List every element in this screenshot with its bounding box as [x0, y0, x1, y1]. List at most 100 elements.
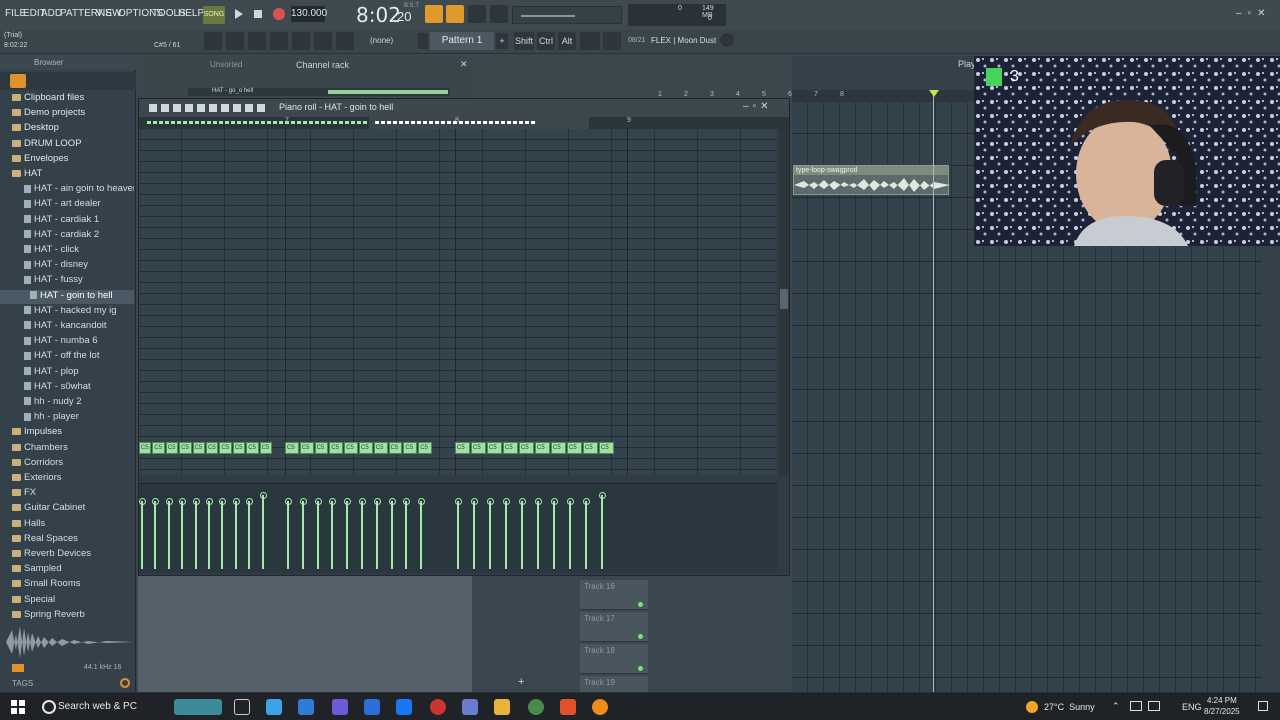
- velocity-bar[interactable]: [246, 498, 254, 569]
- song-mode-button[interactable]: SONG: [203, 6, 225, 24]
- taskbar-search[interactable]: Search web & PC: [58, 701, 137, 712]
- browser-folder[interactable]: Reverb Devices: [0, 548, 134, 562]
- midi-note[interactable]: C5: [246, 442, 259, 454]
- browser-folder[interactable]: Envelopes: [0, 153, 134, 167]
- midi-note[interactable]: C5: [192, 442, 205, 454]
- midi-note[interactable]: C5: [373, 442, 388, 454]
- tags-label[interactable]: TAGS: [12, 679, 33, 688]
- velocity-bar[interactable]: [503, 498, 510, 569]
- news-text[interactable]: FLEX | Moon Dust: [651, 36, 716, 45]
- stop-icon[interactable]: [250, 6, 266, 22]
- channel-rack-icon[interactable]: [248, 32, 266, 50]
- shift-key-button[interactable]: Shift: [514, 32, 534, 50]
- language-indicator[interactable]: ENG: [1182, 702, 1202, 712]
- velocity-bar[interactable]: [519, 498, 526, 569]
- midi-note[interactable]: C5: [471, 442, 486, 454]
- midi-note[interactable]: C5: [359, 442, 373, 454]
- tempo-display[interactable]: 130.000: [291, 6, 327, 22]
- network-icon[interactable]: [1130, 701, 1142, 711]
- playhead[interactable]: [933, 90, 934, 692]
- playlist-icon[interactable]: [204, 32, 222, 50]
- midi-note[interactable]: C5: [567, 442, 582, 454]
- browser-file[interactable]: HAT - plop: [0, 366, 134, 380]
- mixer-icon[interactable]: [270, 32, 288, 50]
- browser-folder[interactable]: Sampled: [0, 563, 134, 577]
- copilot-icon[interactable]: [266, 699, 282, 715]
- snap-selector[interactable]: (none): [370, 36, 393, 45]
- track-mute-icon[interactable]: [638, 666, 643, 671]
- piano-roll-window-controls[interactable]: –▫✕: [743, 101, 773, 112]
- volume-icon[interactable]: [1148, 701, 1160, 711]
- taskbar-date[interactable]: 8/27/2025: [1204, 707, 1240, 716]
- midi-note[interactable]: C5: [403, 442, 418, 454]
- midi-note[interactable]: C5: [599, 442, 614, 454]
- midi-note[interactable]: C5: [503, 442, 518, 454]
- browser-folder[interactable]: Real Spaces: [0, 533, 134, 547]
- velocity-bar[interactable]: [139, 498, 146, 569]
- piano-roll-ruler[interactable]: 7 8 9: [139, 117, 789, 129]
- midi-note[interactable]: C5: [285, 442, 299, 454]
- track-header[interactable]: Track 16: [580, 580, 648, 610]
- countdown-icon[interactable]: [446, 5, 464, 23]
- velocity-bar[interactable]: [418, 498, 426, 569]
- browser-folder[interactable]: Impulses: [0, 426, 134, 440]
- velocity-bar[interactable]: [455, 498, 462, 569]
- brave-icon[interactable]: [560, 699, 576, 715]
- velocity-bar[interactable]: [179, 498, 187, 569]
- midi-note[interactable]: C5: [219, 442, 232, 454]
- midi-note[interactable]: C5: [329, 442, 344, 454]
- midi-note[interactable]: C5: [583, 442, 598, 454]
- velocity-bar[interactable]: [359, 498, 366, 569]
- browser-folder[interactable]: Chambers: [0, 442, 134, 456]
- velocity-bar[interactable]: [373, 498, 381, 569]
- vertical-scrollbar[interactable]: [779, 129, 789, 475]
- velocity-bar[interactable]: [599, 492, 606, 569]
- velocity-bar[interactable]: [329, 498, 337, 569]
- news-icon[interactable]: [603, 32, 621, 50]
- track-mute-icon[interactable]: [638, 602, 643, 607]
- menu-help[interactable]: HELP: [178, 8, 204, 19]
- midi-note[interactable]: C5: [344, 442, 358, 454]
- midi-note[interactable]: C5: [165, 442, 179, 454]
- window-controls[interactable]: –▫✕: [1236, 8, 1276, 20]
- browser-file[interactable]: HAT - s0what: [0, 381, 134, 395]
- velocity-panel[interactable]: [139, 483, 777, 573]
- channel-strip[interactable]: HAT - go_o hell: [188, 88, 450, 96]
- browser-file[interactable]: HAT - click: [0, 244, 134, 258]
- step-edit-icon[interactable]: [490, 5, 508, 23]
- files-icon[interactable]: [462, 699, 478, 715]
- record-icon[interactable]: [271, 6, 287, 22]
- notifications-icon[interactable]: [1258, 701, 1268, 711]
- menu-add[interactable]: ADD: [41, 8, 62, 19]
- velocity-bar[interactable]: [403, 498, 411, 569]
- channel-filter[interactable]: Unsorted: [210, 60, 242, 69]
- fl-studio-icon[interactable]: [592, 699, 608, 715]
- velocity-bar[interactable]: [583, 498, 590, 569]
- browser-file[interactable]: HAT - art dealer: [0, 198, 134, 212]
- midi-note[interactable]: C5: [179, 442, 192, 454]
- browser-file[interactable]: HAT - off the lot: [0, 350, 134, 364]
- search-icon[interactable]: [120, 678, 130, 688]
- velocity-bar[interactable]: [299, 498, 307, 569]
- audio-clip[interactable]: type-loop-swagprod: [793, 165, 950, 195]
- browser-file[interactable]: HAT - hacked my ig: [0, 305, 134, 319]
- midi-note[interactable]: C5: [152, 442, 165, 454]
- browser-file[interactable]: HAT - goin to hell: [0, 289, 134, 304]
- file-explorer-icon[interactable]: [494, 699, 510, 715]
- search-icon[interactable]: [42, 700, 56, 714]
- velocity-bar[interactable]: [567, 498, 574, 569]
- midi-note[interactable]: C5: [388, 442, 403, 454]
- edge-icon[interactable]: [298, 699, 314, 715]
- midi-note[interactable]: C5: [519, 442, 534, 454]
- browser-folder[interactable]: Halls: [0, 518, 134, 532]
- browser-folder[interactable]: Desktop: [0, 122, 134, 136]
- browser-folder[interactable]: Special: [0, 594, 134, 608]
- piano-roll-tools[interactable]: [147, 102, 267, 114]
- midi-note[interactable]: C5: [551, 442, 566, 454]
- browser-folder[interactable]: Corridors: [0, 457, 134, 471]
- browser-folder[interactable]: Demo projects: [0, 107, 134, 121]
- piano-roll-icon[interactable]: [226, 32, 244, 50]
- velocity-bar[interactable]: [471, 498, 478, 569]
- browser-folder[interactable]: Guitar Cabinet: [0, 502, 134, 516]
- playhead-marker-icon[interactable]: [929, 90, 939, 97]
